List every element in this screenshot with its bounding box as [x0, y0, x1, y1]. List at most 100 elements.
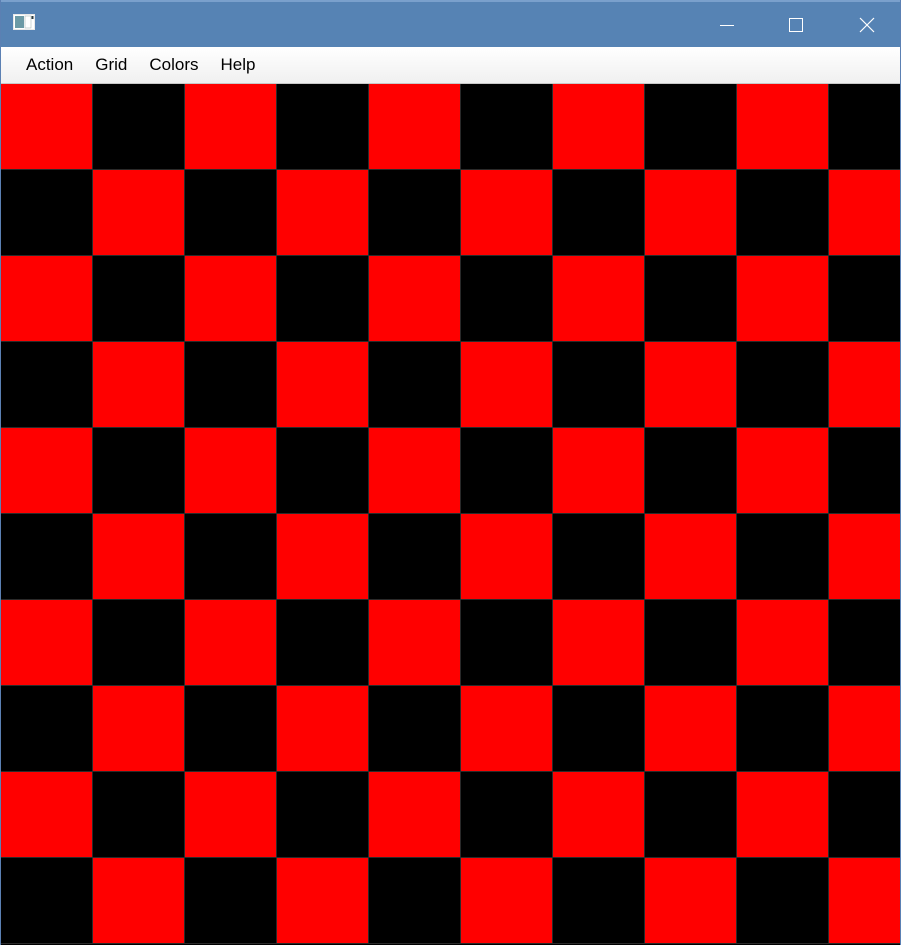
board-cell[interactable] [829, 686, 900, 772]
board-cell[interactable] [93, 514, 185, 600]
board-cell[interactable] [369, 342, 461, 428]
board-cell[interactable] [277, 600, 369, 686]
board-cell[interactable] [553, 170, 645, 256]
board-cell[interactable] [277, 256, 369, 342]
board-cell[interactable] [829, 514, 900, 600]
board-cell[interactable] [829, 858, 900, 944]
board-cell[interactable] [185, 600, 277, 686]
board-cell[interactable] [93, 600, 185, 686]
maximize-button[interactable] [766, 2, 826, 47]
board-cell[interactable] [1, 600, 93, 686]
board-cell[interactable] [737, 342, 829, 428]
board-cell[interactable] [93, 686, 185, 772]
board-cell[interactable] [369, 514, 461, 600]
board-cell[interactable] [185, 342, 277, 428]
board-cell[interactable] [1, 772, 93, 858]
board-cell[interactable] [553, 256, 645, 342]
board-cell[interactable] [737, 858, 829, 944]
board-cell[interactable] [553, 772, 645, 858]
board-cell[interactable] [829, 600, 900, 686]
board-cell[interactable] [277, 858, 369, 944]
board-cell[interactable] [277, 686, 369, 772]
board-cell[interactable] [277, 84, 369, 170]
minimize-button[interactable] [697, 2, 757, 47]
board-cell[interactable] [461, 342, 553, 428]
board-cell[interactable] [185, 256, 277, 342]
menu-colors[interactable]: Colors [138, 51, 209, 79]
board-cell[interactable] [93, 342, 185, 428]
board-cell[interactable] [737, 170, 829, 256]
board-cell[interactable] [829, 256, 900, 342]
board-cell[interactable] [185, 858, 277, 944]
board-cell[interactable] [461, 428, 553, 514]
board-cell[interactable] [1, 256, 93, 342]
board-cell[interactable] [369, 600, 461, 686]
board-cell[interactable] [737, 428, 829, 514]
board-cell[interactable] [1, 84, 93, 170]
board-cell[interactable] [829, 342, 900, 428]
board-cell[interactable] [369, 84, 461, 170]
board-cell[interactable] [461, 858, 553, 944]
board-cell[interactable] [829, 428, 900, 514]
board-cell[interactable] [93, 858, 185, 944]
board-cell[interactable] [277, 514, 369, 600]
board-cell[interactable] [369, 428, 461, 514]
board-cell[interactable] [829, 84, 900, 170]
board-cell[interactable] [93, 256, 185, 342]
board-cell[interactable] [553, 858, 645, 944]
board-cell[interactable] [645, 256, 737, 342]
board-cell[interactable] [1, 858, 93, 944]
board-cell[interactable] [645, 84, 737, 170]
board-cell[interactable] [553, 514, 645, 600]
board-cell[interactable] [369, 170, 461, 256]
board-cell[interactable] [829, 170, 900, 256]
board-cell[interactable] [461, 600, 553, 686]
board-cell[interactable] [829, 772, 900, 858]
board-cell[interactable] [185, 772, 277, 858]
board-cell[interactable] [461, 170, 553, 256]
board-cell[interactable] [737, 772, 829, 858]
board-cell[interactable] [93, 84, 185, 170]
board-cell[interactable] [553, 600, 645, 686]
board-cell[interactable] [461, 84, 553, 170]
board-cell[interactable] [461, 256, 553, 342]
board-cell[interactable] [369, 686, 461, 772]
board-cell[interactable] [185, 686, 277, 772]
board-cell[interactable] [369, 256, 461, 342]
board-cell[interactable] [553, 342, 645, 428]
board-cell[interactable] [645, 170, 737, 256]
board-cell[interactable] [93, 170, 185, 256]
board-cell[interactable] [645, 772, 737, 858]
board-cell[interactable] [369, 858, 461, 944]
board-cell[interactable] [1, 686, 93, 772]
board-cell[interactable] [277, 342, 369, 428]
board-cell[interactable] [737, 84, 829, 170]
board-cell[interactable] [185, 84, 277, 170]
board-cell[interactable] [185, 428, 277, 514]
board-cell[interactable] [553, 428, 645, 514]
board-cell[interactable] [645, 514, 737, 600]
board-cell[interactable] [553, 686, 645, 772]
board-cell[interactable] [553, 84, 645, 170]
board-cell[interactable] [737, 686, 829, 772]
board-cell[interactable] [737, 600, 829, 686]
board-cell[interactable] [461, 514, 553, 600]
board-cell[interactable] [185, 170, 277, 256]
menu-action[interactable]: Action [15, 51, 84, 79]
board-cell[interactable] [93, 772, 185, 858]
board-cell[interactable] [461, 772, 553, 858]
checkerboard-canvas[interactable] [1, 84, 900, 945]
board-cell[interactable] [277, 428, 369, 514]
menu-grid[interactable]: Grid [84, 51, 138, 79]
board-cell[interactable] [645, 686, 737, 772]
board-cell[interactable] [645, 600, 737, 686]
title-bar[interactable] [1, 0, 900, 47]
board-cell[interactable] [1, 428, 93, 514]
board-cell[interactable] [277, 170, 369, 256]
board-cell[interactable] [277, 772, 369, 858]
board-cell[interactable] [93, 428, 185, 514]
board-cell[interactable] [1, 170, 93, 256]
board-cell[interactable] [461, 686, 553, 772]
board-cell[interactable] [1, 514, 93, 600]
board-cell[interactable] [1, 342, 93, 428]
